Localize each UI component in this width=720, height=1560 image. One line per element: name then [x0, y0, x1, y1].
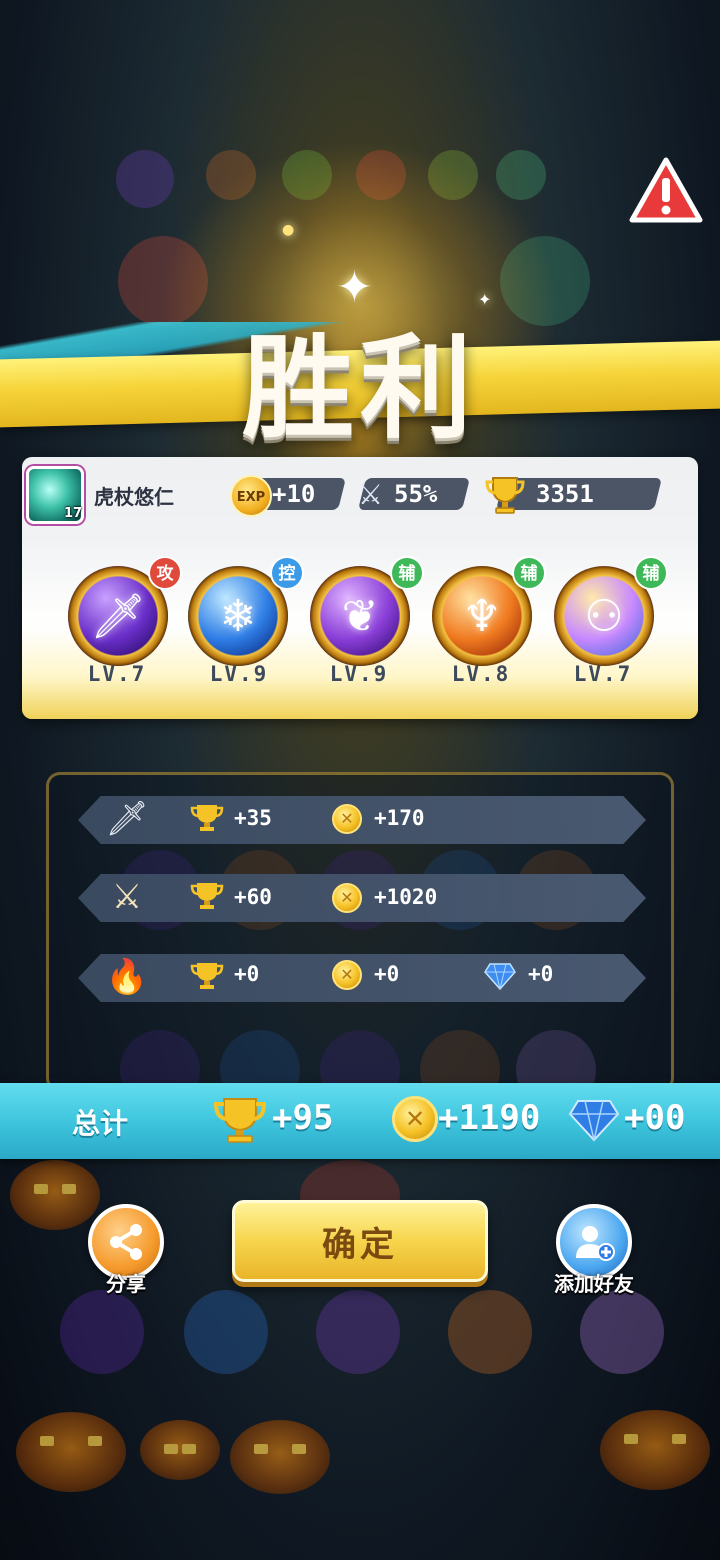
- diamond-icon: [568, 1100, 620, 1142]
- fire-icon: 🔥: [105, 957, 149, 997]
- trophy-icon: [213, 1098, 267, 1143]
- skill-level: LV.7: [87, 662, 147, 686]
- reward-row: [78, 874, 646, 922]
- skill-level: LV.9: [329, 662, 389, 686]
- diamond-icon: [484, 963, 516, 990]
- sparkle-icon: ✦: [336, 262, 373, 313]
- share-label: 分享: [106, 1272, 146, 1296]
- skill-type-badge: 辅: [390, 556, 424, 590]
- trophy-reward: +35: [234, 806, 272, 830]
- add-friend-label: 添加好友: [554, 1272, 634, 1296]
- sparkle-icon: ●: [282, 222, 295, 238]
- coin-icon: [332, 883, 362, 913]
- gem-reward: +0: [528, 962, 554, 986]
- win-rate-value: 55%: [394, 480, 438, 508]
- reward-row: [78, 796, 646, 844]
- trophy-icon: [485, 477, 525, 514]
- warning-icon: [629, 157, 703, 223]
- skill-level: LV.9: [209, 662, 269, 686]
- coin-icon: [332, 804, 362, 834]
- skill-type-badge: 辅: [634, 556, 668, 590]
- trophy-reward: +0: [234, 962, 260, 986]
- skill-level: LV.8: [451, 662, 511, 686]
- crossed-swords-icon: ⚔: [111, 877, 143, 917]
- reward-row: [78, 954, 646, 1002]
- coin-reward: +170: [374, 806, 425, 830]
- total-gem: +00: [624, 1098, 686, 1138]
- total-coin: +1190: [438, 1098, 541, 1138]
- trophy-icon: [190, 883, 224, 909]
- skill-type-badge: 控: [270, 556, 304, 590]
- report-warning-button[interactable]: [628, 156, 704, 226]
- skill-type-badge: 辅: [512, 556, 546, 590]
- trophy-reward: +60: [234, 885, 272, 909]
- skill-level: LV.7: [573, 662, 633, 686]
- skill-type-badge: 攻: [148, 556, 182, 590]
- exp-icon: EXP: [230, 475, 272, 517]
- trophy-value: 3351: [536, 480, 594, 508]
- crossed-swords-icon: ⚔: [358, 478, 384, 511]
- coin-reward: +0: [374, 962, 400, 986]
- player-name: 虎杖悠仁: [94, 485, 174, 509]
- coin-icon: [332, 960, 362, 990]
- confirm-button[interactable]: 确定: [232, 1200, 488, 1282]
- trophy-icon: [190, 805, 224, 831]
- total-label: 总计: [72, 1107, 129, 1140]
- avatar-level: 17: [64, 506, 83, 521]
- sparkle-icon: ✦: [478, 290, 492, 309]
- dagger-icon: 🗡: [105, 799, 149, 839]
- trophy-icon: [190, 963, 224, 989]
- confirm-label: 确定: [322, 1224, 398, 1265]
- total-trophy: +95: [272, 1098, 334, 1138]
- coin-icon: [392, 1096, 438, 1142]
- exp-value: +10: [272, 480, 316, 508]
- victory-title: 胜利: [242, 324, 478, 454]
- share-icon: [110, 1224, 142, 1260]
- coin-reward: +1020: [374, 885, 438, 909]
- add-friend-icon: [576, 1226, 615, 1261]
